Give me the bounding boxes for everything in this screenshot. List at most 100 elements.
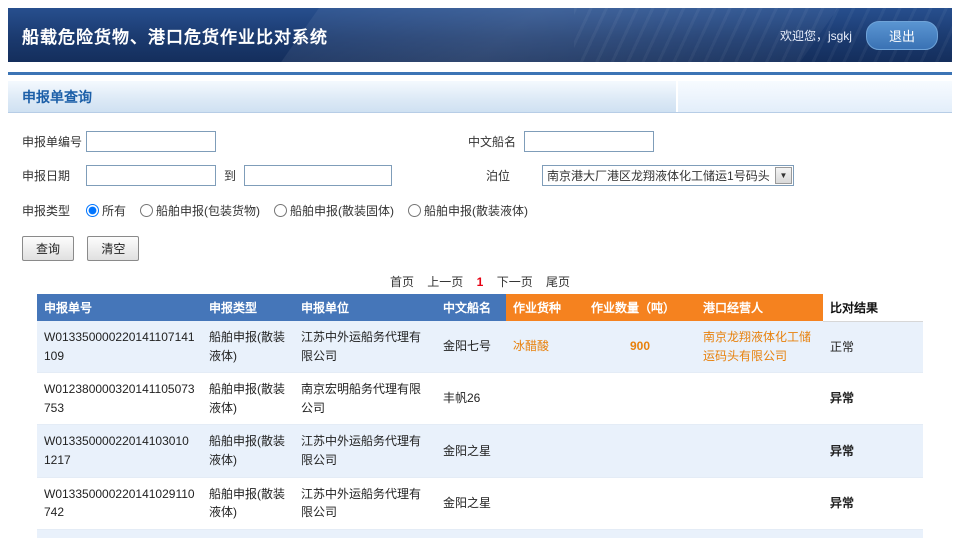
app-title: 船载危险货物、港口危货作业比对系统 (22, 23, 328, 48)
berth-select[interactable]: 南京港大厂港区龙翔液体化工储运1号码头 ▼ (542, 165, 794, 186)
radio-type-bulk-liquid-label: 船舶申报(散装液体) (424, 204, 528, 218)
table-row: W015140000220141028122151 船舶申报(散装液体) 江西东… (37, 529, 923, 538)
cell-quantity (584, 425, 696, 477)
cell-type: 船舶申报(散装液体) (202, 373, 294, 425)
cell-declaration-no: W015140000220141028122151 (37, 529, 202, 538)
cell-ship: 丰帆26 (436, 373, 506, 425)
cell-quantity (584, 373, 696, 425)
cell-company: 江苏中外运船务代理有限公司 (294, 425, 436, 477)
radio-type-all[interactable]: 所有 (86, 202, 126, 219)
col-header-ship: 中文船名 (436, 294, 506, 321)
form-row-1: 申报单编号 中文船名 (22, 131, 946, 152)
date-to-input[interactable] (244, 165, 392, 186)
col-header-declaration-no: 申报单号 (37, 294, 202, 321)
cell-company: 南京宏明船务代理有限公司 (294, 373, 436, 425)
cell-cargo: 甲醇 (506, 529, 584, 538)
welcome-text: 欢迎您，jsgkj (780, 27, 852, 44)
cell-ship: 金阳之星 (436, 477, 506, 529)
section-bar: 申报单查询 (8, 81, 952, 113)
declare-type-label: 申报类型 (22, 202, 86, 219)
radio-type-bulk-liquid-input[interactable] (408, 204, 421, 217)
query-form: 申报单编号 中文船名 申报日期 到 泊位 南京港大厂港区龙翔液体化工储运1号码头… (8, 113, 952, 261)
cell-type: 船舶申报(散装液体) (202, 425, 294, 477)
cell-result: 异常 (823, 477, 923, 529)
cell-operator (696, 477, 823, 529)
cell-ship: 金阳之星 (436, 425, 506, 477)
ship-name-input[interactable] (524, 131, 654, 152)
cell-company: 江苏中外运船务代理有限公司 (294, 321, 436, 373)
cell-company: 江西东港航运有限公司 (294, 529, 436, 538)
query-button[interactable]: 查询 (22, 236, 74, 261)
cell-ship: 赣东港化166 (436, 529, 506, 538)
table-row: W013350000220141029110742 船舶申报(散装液体) 江苏中… (37, 477, 923, 529)
cell-operator (696, 373, 823, 425)
form-row-2-right: 泊位 南京港大厂港区龙翔液体化工储运1号码头 ▼ (486, 165, 794, 186)
cell-ship: 金阳七号 (436, 321, 506, 373)
cell-cargo (506, 425, 584, 477)
cell-type: 船舶申报(散装液体) (202, 321, 294, 373)
radio-type-packaged[interactable]: 船舶申报(包装货物) (140, 202, 260, 219)
header-divider (8, 72, 952, 75)
cell-quantity: 900 (584, 321, 696, 373)
form-row-3: 申报类型 所有 船舶申报(包装货物) 船舶申报(散装固体) 船舶申报(散装液体) (22, 202, 946, 219)
radio-type-packaged-input[interactable] (140, 204, 153, 217)
radio-type-bulk-solid-input[interactable] (274, 204, 287, 217)
cell-result: 异常 (823, 373, 923, 425)
section-bar-side (678, 81, 952, 112)
first-page-link[interactable]: 首页 (390, 275, 414, 289)
radio-type-bulk-liquid[interactable]: 船舶申报(散装液体) (408, 202, 528, 219)
radio-type-packaged-label: 船舶申报(包装货物) (156, 204, 260, 218)
berth-label: 泊位 (486, 167, 542, 184)
cell-quantity: 600 (584, 529, 696, 538)
table-row: W012380000320141105073753 船舶申报(散装液体) 南京宏… (37, 373, 923, 425)
col-header-type: 申报类型 (202, 294, 294, 321)
logout-button[interactable]: 退出 (866, 21, 938, 50)
cell-cargo (506, 373, 584, 425)
radio-type-bulk-solid-label: 船舶申报(散装固体) (290, 204, 394, 218)
table-row: W013350000220141030101217 船舶申报(散装液体) 江苏中… (37, 425, 923, 477)
berth-select-value: 南京港大厂港区龙翔液体化工储运1号码头 (543, 167, 775, 184)
cell-cargo: 冰醋酸 (506, 321, 584, 373)
table-row: W013350000220141107141109 船舶申报(散装液体) 江苏中… (37, 321, 923, 373)
declaration-no-input[interactable] (86, 131, 216, 152)
cell-operator (696, 425, 823, 477)
cell-result: 正常 (823, 529, 923, 538)
cell-declaration-no: W013350000220141029110742 (37, 477, 202, 529)
last-page-link[interactable]: 尾页 (546, 275, 570, 289)
clear-button[interactable]: 清空 (87, 236, 139, 261)
ship-name-label: 中文船名 (468, 133, 524, 150)
cell-operator: 南京龙翔液体化工储运码头有限公司 (696, 321, 823, 373)
col-header-company: 申报单位 (294, 294, 436, 321)
cell-cargo (506, 477, 584, 529)
radio-type-bulk-solid[interactable]: 船舶申报(散装固体) (274, 202, 394, 219)
table-header-row: 申报单号 申报类型 申报单位 中文船名 作业货种 作业数量（吨） 港口经营人 比… (37, 294, 923, 321)
cell-type: 船舶申报(散装液体) (202, 529, 294, 538)
cell-declaration-no: W013350000220141107141109 (37, 321, 202, 373)
col-header-quantity: 作业数量（吨） (584, 294, 696, 321)
next-page-link[interactable]: 下一页 (497, 275, 533, 289)
cell-operator: 南京龙翔液体化工储运码头有限公司 (696, 529, 823, 538)
cell-declaration-no: W013350000220141030101217 (37, 425, 202, 477)
cell-declaration-no: W012380000320141105073753 (37, 373, 202, 425)
cell-type: 船舶申报(散装液体) (202, 477, 294, 529)
current-page: 1 (477, 275, 484, 289)
form-row-2: 申报日期 到 泊位 南京港大厂港区龙翔液体化工储运1号码头 ▼ (22, 165, 946, 186)
radio-type-all-label: 所有 (102, 204, 126, 218)
prev-page-link[interactable]: 上一页 (427, 275, 463, 289)
chevron-down-icon: ▼ (775, 167, 792, 184)
col-header-cargo: 作业货种 (506, 294, 584, 321)
date-from-input[interactable] (86, 165, 216, 186)
results-table: 申报单号 申报类型 申报单位 中文船名 作业货种 作业数量（吨） 港口经营人 比… (37, 294, 923, 538)
header-right: 欢迎您，jsgkj 退出 (780, 21, 938, 50)
date-to-label: 到 (224, 167, 236, 184)
col-header-operator: 港口经营人 (696, 294, 823, 321)
pagination: 首页 上一页 1 下一页 尾页 (37, 273, 923, 290)
radio-type-all-input[interactable] (86, 204, 99, 217)
declaration-no-label: 申报单编号 (22, 133, 86, 150)
section-bar-main: 申报单查询 (8, 81, 678, 112)
app-header: 船载危险货物、港口危货作业比对系统 欢迎您，jsgkj 退出 (8, 8, 952, 62)
cell-result: 正常 (823, 321, 923, 373)
button-row: 查询 清空 (22, 236, 946, 261)
date-label: 申报日期 (22, 167, 86, 184)
cell-quantity (584, 477, 696, 529)
